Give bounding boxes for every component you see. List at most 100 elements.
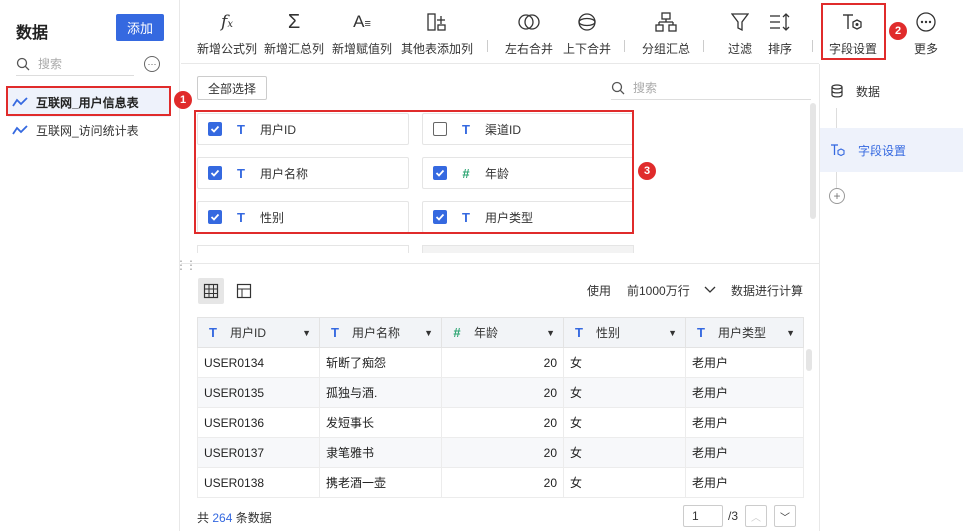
column-header[interactable]: # 年龄 ▼ [441,317,564,348]
total-count: 共 264 条数据 [197,509,272,526]
more-icon [916,12,936,32]
cell: 女 [563,347,686,378]
toolbar-label: 新增赋值列 [331,42,392,56]
add-dataset-button[interactable]: 添加 [116,14,164,41]
toolbar-label: 排序 [767,42,792,56]
caret-down-icon[interactable]: ▼ [302,328,311,338]
more-button[interactable]: 更多 [910,8,942,58]
dataset-item[interactable]: 互联网_访问统计表 [8,115,170,145]
layout-view-button[interactable] [231,278,257,304]
search-placeholder: 搜索 [633,81,658,95]
resize-handle[interactable]: ⋮⋮ [175,258,197,272]
caret-down-icon[interactable]: ▼ [546,328,555,338]
chevron-down-icon [704,286,716,293]
cell: 携老酒一壶 [319,467,442,498]
grid-icon [203,283,219,299]
use-label: 使用 [587,284,612,298]
row-limit-select[interactable]: 前1000万行 [619,276,721,304]
field-card-partial [197,245,409,253]
table-row: USER0137 隶笔雅书 20 女老用户 [197,437,804,468]
add-summary-column-button[interactable]: Σ 新增汇总列 [263,8,325,58]
field-search[interactable]: 搜索 [611,76,811,100]
filter-button[interactable]: 过滤 [723,8,757,58]
caret-down-icon[interactable]: ▼ [786,328,795,338]
sort-button[interactable]: 排序 [763,8,797,58]
cell: 20 [441,377,564,408]
number-type-icon: # [453,325,461,340]
highlight-box-1 [6,86,171,116]
row-limit-value: 前1000万行 [627,283,690,298]
toolbar-divider [487,40,488,52]
merge-vertical-button[interactable]: 上下合并 [560,8,614,58]
step-data[interactable]: 数据 [820,76,963,106]
right-panel: 数据 字段设置 + [819,64,963,531]
field-card-partial [422,245,634,253]
table-row: USER0135 孤独与酒. 20 女老用户 [197,377,804,408]
left-panel: 数据 添加 搜索 ··· 互联网_用户信息表 互联网_访问统计表 [0,0,180,531]
add-column-icon [427,13,446,31]
preview-table: T 用户ID ▼ T 用户名称 ▼ # 年龄 ▼ T 性别 ▼ T 用户类型 ▼ USER0134 斩… [197,317,804,498]
page-input[interactable]: 1 [683,505,723,527]
dataset-label: 互联网_访问统计表 [36,123,139,138]
text-type-icon: T [697,325,705,340]
cell: 女 [563,407,686,438]
layout-icon [236,283,252,299]
text-type-icon: T [575,325,583,340]
column-header[interactable]: T 用户类型 ▼ [685,317,804,348]
cell: 发短事长 [319,407,442,438]
cell: USER0135 [197,377,320,408]
text-type-icon: T [331,325,339,340]
field-scrollbar[interactable] [810,103,816,219]
toolbar-label: 更多 [913,42,938,56]
step-label: 字段设置 [858,143,907,158]
next-page-button[interactable]: ﹀ [774,505,796,527]
grid-view-button[interactable] [198,278,224,304]
group-summary-icon [655,12,677,32]
add-step-icon[interactable]: + [829,188,845,204]
calc-label: 数据进行计算 [731,284,804,298]
cell: 20 [441,437,564,468]
dataset-search[interactable]: 搜索 [16,52,134,76]
column-header[interactable]: T 性别 ▼ [563,317,686,348]
toolbar-label: 上下合并 [562,42,611,56]
cell: 老用户 [685,377,804,408]
table-row: USER0136 发短事长 20 女老用户 [197,407,804,438]
toolbar-label: 其他表添加列 [400,42,473,56]
column-header[interactable]: T 用户名称 ▼ [319,317,442,348]
highlight-box-2 [821,3,886,60]
more-options-icon[interactable]: ··· [144,56,160,72]
toolbar: fx 新增公式列 Σ 新增汇总列 A≡ 新增赋值列 其他表添加列 左右合并 上下… [181,0,821,64]
select-all-button[interactable]: 全部选择 [197,76,267,100]
search-icon [16,57,30,70]
field-settings-icon [831,144,845,157]
add-assign-column-button[interactable]: A≡ 新增赋值列 [331,8,393,58]
toolbar-label: 左右合并 [504,42,553,56]
column-name: 性别 [596,326,621,340]
toolbar-label: 新增公式列 [196,42,257,56]
caret-down-icon[interactable]: ▼ [424,328,433,338]
toolbar-label: 新增汇总列 [263,42,324,56]
cell: 孤独与酒. [319,377,442,408]
total-number: 264 [212,511,233,525]
caret-down-icon[interactable]: ▼ [668,328,677,338]
toolbar-label: 分组汇总 [641,42,690,56]
search-icon [611,81,625,94]
step-field-settings[interactable]: 字段设置 [820,128,963,172]
cell: USER0137 [197,437,320,468]
search-placeholder: 搜索 [38,57,63,71]
cell: 20 [441,467,564,498]
cell: 女 [563,437,686,468]
merge-horizontal-button[interactable]: 左右合并 [502,8,556,58]
column-header[interactable]: T 用户ID ▼ [197,317,320,348]
column-name: 用户名称 [352,326,401,340]
group-summary-button[interactable]: 分组汇总 [639,8,693,58]
prev-page-button[interactable]: ︿ [745,505,767,527]
step-label: 数据 [856,84,881,99]
page-total: /3 [728,509,739,523]
add-formula-column-button[interactable]: fx 新增公式列 [196,8,258,58]
cell: 老用户 [685,437,804,468]
table-row: USER0134 斩断了痴怨 20 女老用户 [197,347,804,378]
column-name: 年龄 [474,326,499,340]
add-column-from-table-button[interactable]: 其他表添加列 [400,8,474,58]
table-scrollbar[interactable] [806,349,812,371]
